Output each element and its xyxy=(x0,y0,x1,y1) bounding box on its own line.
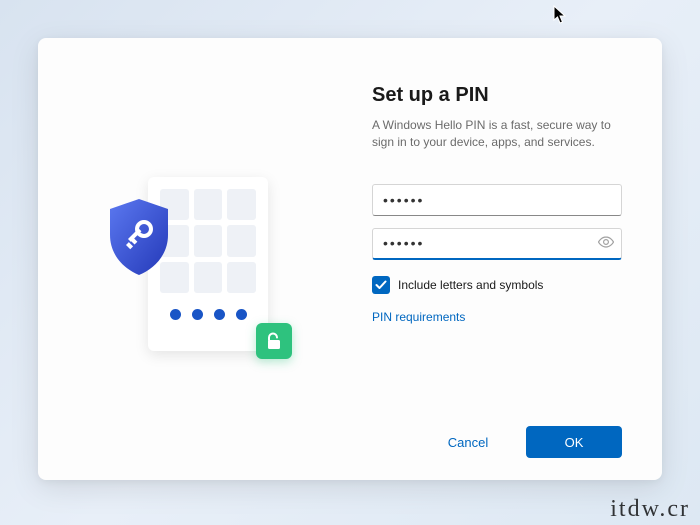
include-symbols-checkbox[interactable] xyxy=(372,276,390,294)
include-symbols-row: Include letters and symbols xyxy=(372,276,622,294)
confirm-pin-input-wrap xyxy=(372,228,622,260)
mouse-cursor-icon xyxy=(553,5,567,25)
pin-setup-dialog: Set up a PIN A Windows Hello PIN is a fa… xyxy=(38,38,662,480)
dialog-buttons: Cancel OK xyxy=(420,426,622,458)
confirm-pin-input[interactable] xyxy=(372,228,622,260)
shield-key-icon xyxy=(104,197,174,277)
dialog-title: Set up a PIN xyxy=(372,84,622,107)
new-pin-input[interactable] xyxy=(372,184,622,216)
pin-input-wrap xyxy=(372,184,622,216)
pin-illustration xyxy=(98,159,278,359)
reveal-password-icon[interactable] xyxy=(598,235,614,253)
watermark-text: itdw.cr xyxy=(610,496,690,523)
form-pane: Set up a PIN A Windows Hello PIN is a fa… xyxy=(338,38,662,480)
unlock-badge-icon xyxy=(256,323,292,359)
illustration-pane xyxy=(38,38,338,480)
dialog-description: A Windows Hello PIN is a fast, secure wa… xyxy=(372,117,622,152)
include-symbols-label: Include letters and symbols xyxy=(398,278,543,292)
cancel-button[interactable]: Cancel xyxy=(420,426,516,458)
pin-requirements-link[interactable]: PIN requirements xyxy=(372,310,622,324)
ok-button[interactable]: OK xyxy=(526,426,622,458)
